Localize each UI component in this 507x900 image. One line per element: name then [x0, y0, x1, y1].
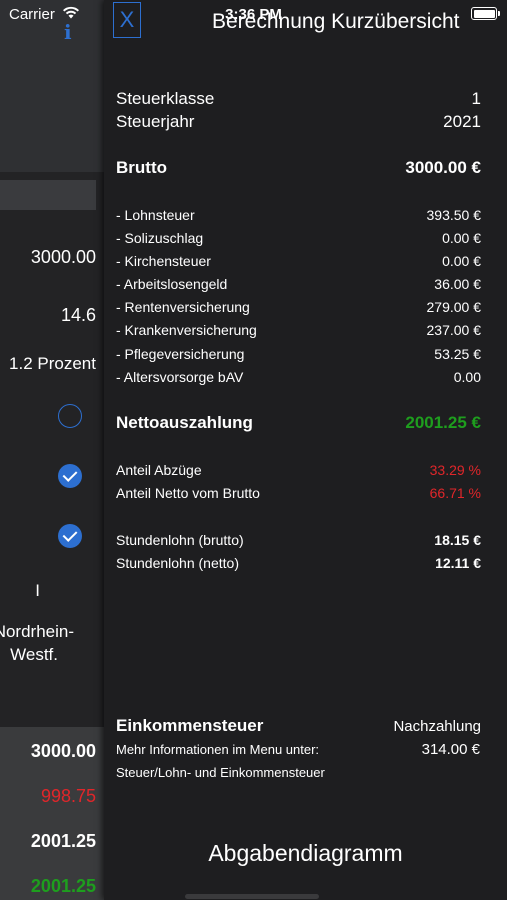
gross-field[interactable]: 3000.00	[31, 247, 96, 268]
home-indicator	[185, 894, 319, 899]
einkommensteuer-info-row: Mehr Informationen im Menu unter:	[116, 742, 481, 764]
deduction-row: - Pflegeversicherung 53.25 €	[116, 346, 481, 368]
deduction-row: - Altersvorsorge bAV 0.00	[116, 369, 481, 391]
anteil-netto-label: Anteil Netto vom Brutto	[116, 485, 260, 501]
stundenlohn-netto-label: Stundenlohn (netto)	[116, 555, 239, 571]
steuerjahr-value: 2021	[443, 112, 481, 131]
anteil-abzuege-label: Anteil Abzüge	[116, 462, 202, 478]
stundenlohn-brutto-label: Stundenlohn (brutto)	[116, 532, 244, 548]
anteil-abzuege-row: Anteil Abzüge 33.29 %	[116, 462, 481, 484]
deduction-label: - Kirchensteuer	[116, 253, 211, 269]
steuerklasse-value: 1	[471, 89, 481, 108]
deduction-label: - Krankenversicherung	[116, 322, 257, 338]
status-bar: Carrier 3:36 PM	[0, 0, 507, 30]
deduction-value: 36.00 €	[434, 276, 481, 292]
steuerklasse-row: Steuerklasse 1	[116, 89, 481, 111]
steuerklasse-label: Steuerklasse	[116, 89, 215, 108]
deduction-row: - Lohnsteuer 393.50 €	[116, 207, 481, 229]
summary-gross: 3000.00	[30, 741, 96, 761]
background-section-bar	[0, 180, 96, 210]
stundenlohn-netto-row: Stundenlohn (netto) 12.11 €	[116, 555, 481, 577]
einkommensteuer-status: Nachzahlung	[393, 718, 481, 735]
deduction-label: - Rentenversicherung	[116, 299, 250, 315]
deduction-value: 0.00 €	[442, 253, 481, 269]
background-summary: 3000.00 998.75 2001.25 2001.25	[0, 727, 104, 900]
background-form: i 3000.00 14.6 1.2 Prozent I Nordrhein- …	[0, 0, 104, 900]
state-line1[interactable]: Nordrhein-	[0, 622, 74, 642]
deduction-value: 0.00	[453, 369, 481, 385]
netto-label: Nettoauszahlung	[116, 413, 253, 432]
brutto-row: Brutto 3000.00 €	[116, 158, 481, 180]
anteil-netto-row: Anteil Netto vom Brutto 66.71 %	[116, 485, 481, 507]
stundenlohn-brutto-value: 18.15 €	[434, 532, 481, 548]
einkommensteuer-info-line2: Steuer/Lohn- und Einkommensteuer	[116, 765, 325, 780]
einkommensteuer-status-row: Nachzahlung	[116, 718, 481, 740]
einkommensteuer-info-line1: Mehr Informationen im Menu unter:	[116, 742, 320, 757]
checkbox-checked-1[interactable]	[58, 464, 82, 488]
anteil-abzuege-value: 33.29 %	[429, 462, 481, 478]
summary-payout: 2001.25	[30, 876, 96, 896]
steuerjahr-row: Steuerjahr 2021	[116, 112, 481, 134]
deduction-row: - Solizuschlag 0.00 €	[116, 230, 481, 252]
value-field[interactable]: 14.6	[61, 305, 96, 326]
einkommensteuer-info-row: Steuer/Lohn- und Einkommensteuer	[116, 765, 481, 787]
summary-deductions: 998.75	[40, 786, 96, 806]
checkbox-unchecked[interactable]	[58, 404, 82, 428]
deduction-value: 393.50 €	[426, 207, 482, 223]
anteil-netto-value: 66.71 %	[429, 485, 481, 501]
clock: 3:36 PM	[225, 6, 282, 23]
tax-class-picker[interactable]: I	[35, 581, 40, 601]
deduction-label: - Altersvorsorge bAV	[116, 369, 244, 385]
checkbox-checked-2[interactable]	[58, 524, 82, 548]
deduction-label: - Solizuschlag	[116, 230, 204, 246]
brutto-value: 3000.00 €	[405, 158, 481, 177]
netto-row: Nettoauszahlung 2001.25 €	[116, 413, 481, 435]
netto-value: 2001.25 €	[405, 413, 481, 432]
steuerjahr-label: Steuerjahr	[116, 112, 195, 131]
deduction-value: 53.25 €	[434, 346, 481, 362]
deduction-row: - Krankenversicherung 237.00 €	[116, 322, 481, 344]
state-line2[interactable]: Westf.	[10, 645, 58, 665]
deduction-value: 279.00 €	[426, 299, 482, 315]
deduction-value: 0.00 €	[442, 230, 481, 246]
brutto-label: Brutto	[116, 158, 167, 177]
calculation-panel: X Berechnung Kurzübersicht Steuerklasse …	[104, 0, 507, 900]
stundenlohn-netto-value: 12.11 €	[435, 555, 481, 571]
deduction-label: - Lohnsteuer	[116, 207, 195, 223]
deduction-row: - Kirchensteuer 0.00 €	[116, 253, 481, 275]
summary-net: 2001.25	[30, 831, 96, 851]
deduction-row: - Rentenversicherung 279.00 €	[116, 299, 481, 321]
deduction-label: - Pflegeversicherung	[116, 346, 245, 362]
percent-field[interactable]: 1.2 Prozent	[9, 354, 96, 374]
stundenlohn-brutto-row: Stundenlohn (brutto) 18.15 €	[116, 532, 481, 554]
abgabendiagramm-button[interactable]: Abgabendiagramm	[104, 840, 507, 867]
deduction-value: 237.00 €	[426, 322, 482, 338]
deduction-row: - Arbeitslosengeld 36.00 €	[116, 276, 481, 298]
battery-icon	[471, 7, 500, 20]
deduction-label: - Arbeitslosengeld	[116, 276, 228, 292]
